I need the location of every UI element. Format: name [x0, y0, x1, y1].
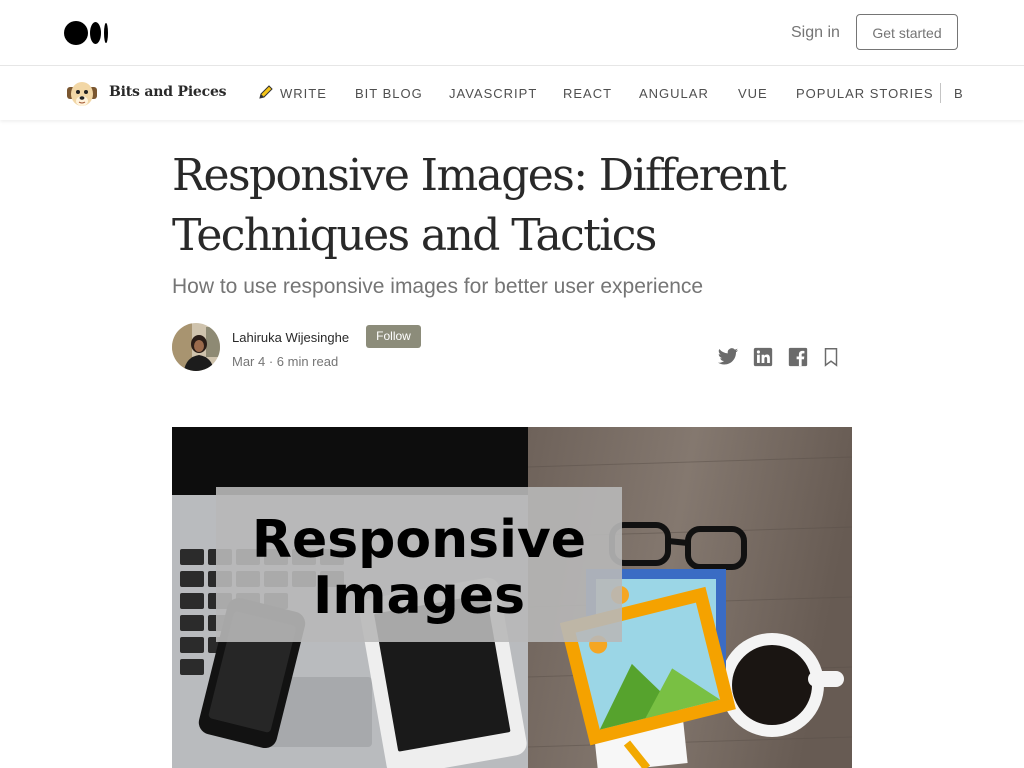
get-started-button[interactable]: Get started — [856, 14, 958, 50]
hero-text-line2: Images — [313, 566, 525, 626]
author-avatar[interactable] — [172, 323, 220, 371]
top-bar: Sign in Get started — [0, 0, 1024, 66]
sign-in-link[interactable]: Sign in — [791, 24, 840, 42]
nav-javascript[interactable]: JAVASCRIPT — [449, 86, 537, 101]
dog-mascot-icon[interactable] — [64, 78, 100, 110]
publication-nav-bar: Bits and Pieces WRITE BIT BLOG JAVASCRIP… — [0, 66, 1024, 120]
nav-bit-blog[interactable]: BIT BLOG — [355, 86, 423, 101]
author-name[interactable]: Lahiruka Wijesinghe — [232, 330, 349, 345]
article-title: Responsive Images: Different Techniques … — [172, 150, 787, 261]
nav-popular-stories[interactable]: POPULAR STORIES — [796, 86, 934, 101]
nav-react[interactable]: REACT — [563, 86, 612, 101]
linkedin-icon[interactable] — [752, 346, 774, 368]
follow-button[interactable]: Follow — [366, 325, 421, 348]
publication-name[interactable]: Bits and Pieces — [109, 84, 227, 100]
hero-image: Responsive Images — [172, 427, 852, 768]
twitter-icon[interactable] — [717, 346, 739, 368]
nav-divider — [940, 83, 941, 103]
facebook-icon[interactable] — [787, 346, 809, 368]
nav-vue[interactable]: VUE — [738, 86, 768, 101]
nav-write[interactable]: WRITE — [280, 86, 327, 101]
nav-angular[interactable]: ANGULAR — [639, 86, 709, 101]
bookmark-icon[interactable] — [820, 346, 842, 368]
article-subtitle: How to use responsive images for better … — [172, 275, 704, 298]
nav-overflow-item[interactable]: B — [954, 86, 962, 101]
pencil-icon — [259, 85, 273, 99]
medium-logo-icon[interactable] — [64, 21, 109, 45]
article-meta: Mar 4 · 6 min read — [232, 354, 339, 369]
hero-text-line1: Responsive — [252, 510, 586, 570]
